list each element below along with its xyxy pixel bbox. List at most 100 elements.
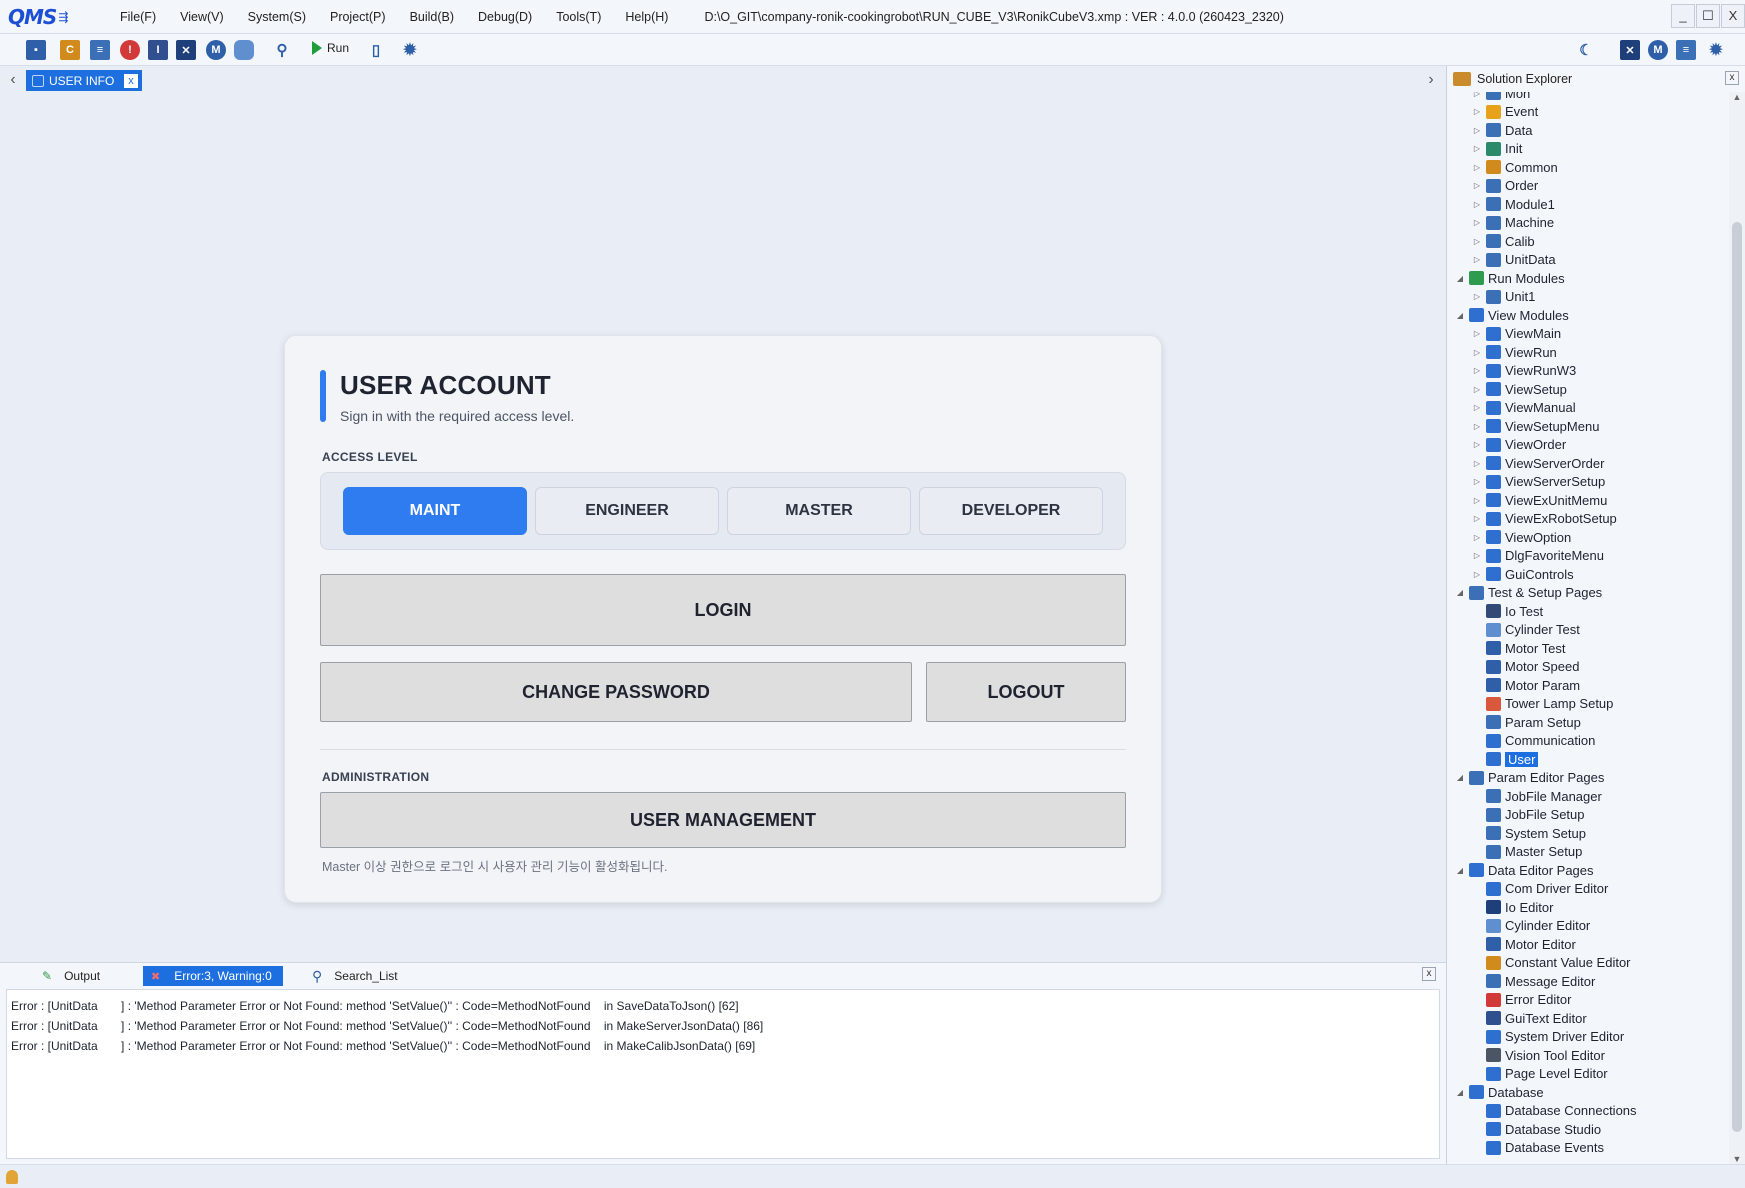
expand-arrow-icon[interactable]: ▷	[1472, 533, 1482, 542]
expand-arrow-icon[interactable]: ▷	[1472, 422, 1482, 431]
expand-arrow-icon[interactable]: ▷	[1472, 181, 1482, 190]
constant-icon[interactable]: C	[60, 40, 80, 60]
tree-item[interactable]: ▷ UnitData	[1472, 251, 1556, 269]
tab-user-info[interactable]: USER INFO x	[26, 70, 142, 91]
tree-item[interactable]: ▷ Module1	[1472, 195, 1555, 213]
expand-arrow-icon[interactable]: ▷	[1472, 459, 1482, 468]
expand-arrow-icon[interactable]: ▷	[1472, 107, 1482, 116]
run-button[interactable]: Run	[312, 41, 349, 55]
io-editor-shortcut-icon[interactable]: ✕	[1620, 40, 1640, 60]
tree-group[interactable]: ◢ Database	[1455, 1083, 1544, 1101]
tree-item[interactable]: ▷ Unit1	[1472, 288, 1535, 306]
gear-icon[interactable]: ✹	[400, 40, 420, 60]
expand-arrow-icon[interactable]: ▷	[1472, 570, 1482, 579]
tree-item[interactable]: ▷ ViewMain	[1472, 325, 1561, 343]
tree-item[interactable]: ▷ Common	[1472, 158, 1558, 176]
close-window-button[interactable]: X	[1721, 4, 1745, 28]
menu-item-help[interactable]: Help(H)	[613, 0, 680, 34]
tree-item[interactable]: Database Connections	[1472, 1102, 1637, 1120]
collapse-arrow-icon[interactable]: ◢	[1455, 773, 1465, 782]
tree-item[interactable]: ▷ ViewRunW3	[1472, 362, 1576, 380]
search-icon[interactable]: ⚲	[272, 40, 292, 60]
expand-arrow-icon[interactable]: ▷	[1472, 218, 1482, 227]
tree-item[interactable]: ▷ ViewServerOrder	[1472, 454, 1605, 472]
tree-item[interactable]: Motor Editor	[1472, 935, 1576, 953]
dark-mode-icon[interactable]: ☾	[1576, 40, 1596, 60]
logout-button[interactable]: LOGOUT	[926, 662, 1126, 722]
change-password-button[interactable]: CHANGE PASSWORD	[320, 662, 912, 722]
tree-item[interactable]: ▷ ViewOption	[1472, 528, 1571, 546]
error-line[interactable]: Error : [UnitData ] : 'Method Parameter …	[11, 1016, 1435, 1036]
tree-scrollbar[interactable]: ▲ ▼	[1729, 92, 1745, 1164]
collapse-arrow-icon[interactable]: ◢	[1455, 1088, 1465, 1097]
minimize-button[interactable]: _	[1671, 4, 1695, 28]
collapse-arrow-icon[interactable]: ◢	[1455, 311, 1465, 320]
tree-item[interactable]: ▷ ViewServerSetup	[1472, 473, 1605, 491]
tree-item[interactable]: ▷ Machine	[1472, 214, 1554, 232]
collapse-arrow-icon[interactable]: ◢	[1455, 866, 1465, 875]
tree-item[interactable]: System Setup	[1472, 824, 1586, 842]
output-close-button[interactable]: x	[1422, 967, 1436, 981]
expand-arrow-icon[interactable]: ▷	[1472, 144, 1482, 153]
expand-arrow-icon[interactable]: ▷	[1472, 200, 1482, 209]
tree-item[interactable]: JobFile Setup	[1472, 806, 1585, 824]
tree-item[interactable]: Io Editor	[1472, 898, 1553, 916]
tree-item[interactable]: User	[1472, 750, 1539, 768]
tree-item[interactable]: Constant Value Editor	[1472, 954, 1631, 972]
settings-shortcut-icon[interactable]: ✹	[1706, 40, 1726, 60]
tree-item[interactable]: Motor Speed	[1472, 658, 1579, 676]
expand-arrow-icon[interactable]: ▷	[1472, 514, 1482, 523]
tree-item[interactable]: ▷ Data	[1472, 121, 1533, 139]
tree-group[interactable]: ◢ Test & Setup Pages	[1455, 584, 1602, 602]
tree-item[interactable]: ▷ Init	[1472, 140, 1522, 158]
tree-item[interactable]: Io Test	[1472, 602, 1543, 620]
tree-item[interactable]: Master Setup	[1472, 843, 1582, 861]
motor-shortcut-icon[interactable]: M	[1648, 40, 1668, 60]
scrollbar-thumb[interactable]	[1732, 222, 1742, 1132]
error-line[interactable]: Error : [UnitData ] : 'Method Parameter …	[11, 1036, 1435, 1056]
tree-group[interactable]: ◢ View Modules	[1455, 306, 1569, 324]
solution-explorer-close-button[interactable]: x	[1725, 71, 1739, 85]
motor-icon[interactable]: M	[206, 40, 226, 60]
tab-close-icon[interactable]: x	[124, 73, 138, 88]
expand-arrow-icon[interactable]: ▷	[1472, 292, 1482, 301]
tree-item[interactable]: JobFile Manager	[1472, 787, 1602, 805]
expand-arrow-icon[interactable]: ▷	[1472, 348, 1482, 357]
tree-item[interactable]: ▷ DlgFavoriteMenu	[1472, 547, 1604, 565]
expand-arrow-icon[interactable]: ▷	[1472, 255, 1482, 264]
save-icon[interactable]: ▪	[26, 40, 46, 60]
expand-arrow-icon[interactable]: ▷	[1472, 385, 1482, 394]
text-icon[interactable]: I	[148, 40, 168, 60]
tree-item[interactable]: ▷ ViewManual	[1472, 399, 1576, 417]
menu-item-system[interactable]: System(S)	[236, 0, 318, 34]
menu-item-debug[interactable]: Debug(D)	[466, 0, 544, 34]
tree-item[interactable]: Communication	[1472, 732, 1595, 750]
tab-output[interactable]: ✎ Output	[34, 966, 108, 986]
level-developer-button[interactable]: DEVELOPER	[919, 487, 1103, 535]
login-button[interactable]: LOGIN	[320, 574, 1126, 646]
tab-search-list[interactable]: ⚲ Search_List	[304, 966, 406, 986]
tree-item[interactable]: Vision Tool Editor	[1472, 1046, 1605, 1064]
tree-item[interactable]: Com Driver Editor	[1472, 880, 1608, 898]
tab-scroll-right-icon[interactable]: ›	[1424, 70, 1438, 90]
error-icon[interactable]: !	[120, 40, 140, 60]
expand-arrow-icon[interactable]: ▷	[1472, 403, 1482, 412]
level-engineer-button[interactable]: ENGINEER	[535, 487, 719, 535]
tree-item[interactable]: Message Editor	[1472, 972, 1595, 990]
tree-item[interactable]: ▷ Event	[1472, 103, 1538, 121]
tree-item[interactable]: Error Editor	[1472, 991, 1571, 1009]
expand-arrow-icon[interactable]: ▷	[1472, 477, 1482, 486]
tree-item[interactable]: Page Level Editor	[1472, 1065, 1608, 1083]
expand-arrow-icon[interactable]: ▷	[1472, 163, 1482, 172]
expand-arrow-icon[interactable]: ▷	[1472, 237, 1482, 246]
collapse-arrow-icon[interactable]: ◢	[1455, 274, 1465, 283]
tree-item[interactable]: Param Setup	[1472, 713, 1581, 731]
tree-item[interactable]: ▷ ViewOrder	[1472, 436, 1566, 454]
tree-item[interactable]: Tower Lamp Setup	[1472, 695, 1613, 713]
tree-item[interactable]: ▷ ViewRun	[1472, 343, 1557, 361]
notification-bell-icon[interactable]	[6, 1170, 18, 1184]
io-editor-icon[interactable]: ✕	[176, 40, 196, 60]
expand-arrow-icon[interactable]: ▷	[1472, 551, 1482, 560]
tree-item[interactable]: ▷ Calib	[1472, 232, 1535, 250]
tree-group[interactable]: ◢ Run Modules	[1455, 269, 1565, 287]
